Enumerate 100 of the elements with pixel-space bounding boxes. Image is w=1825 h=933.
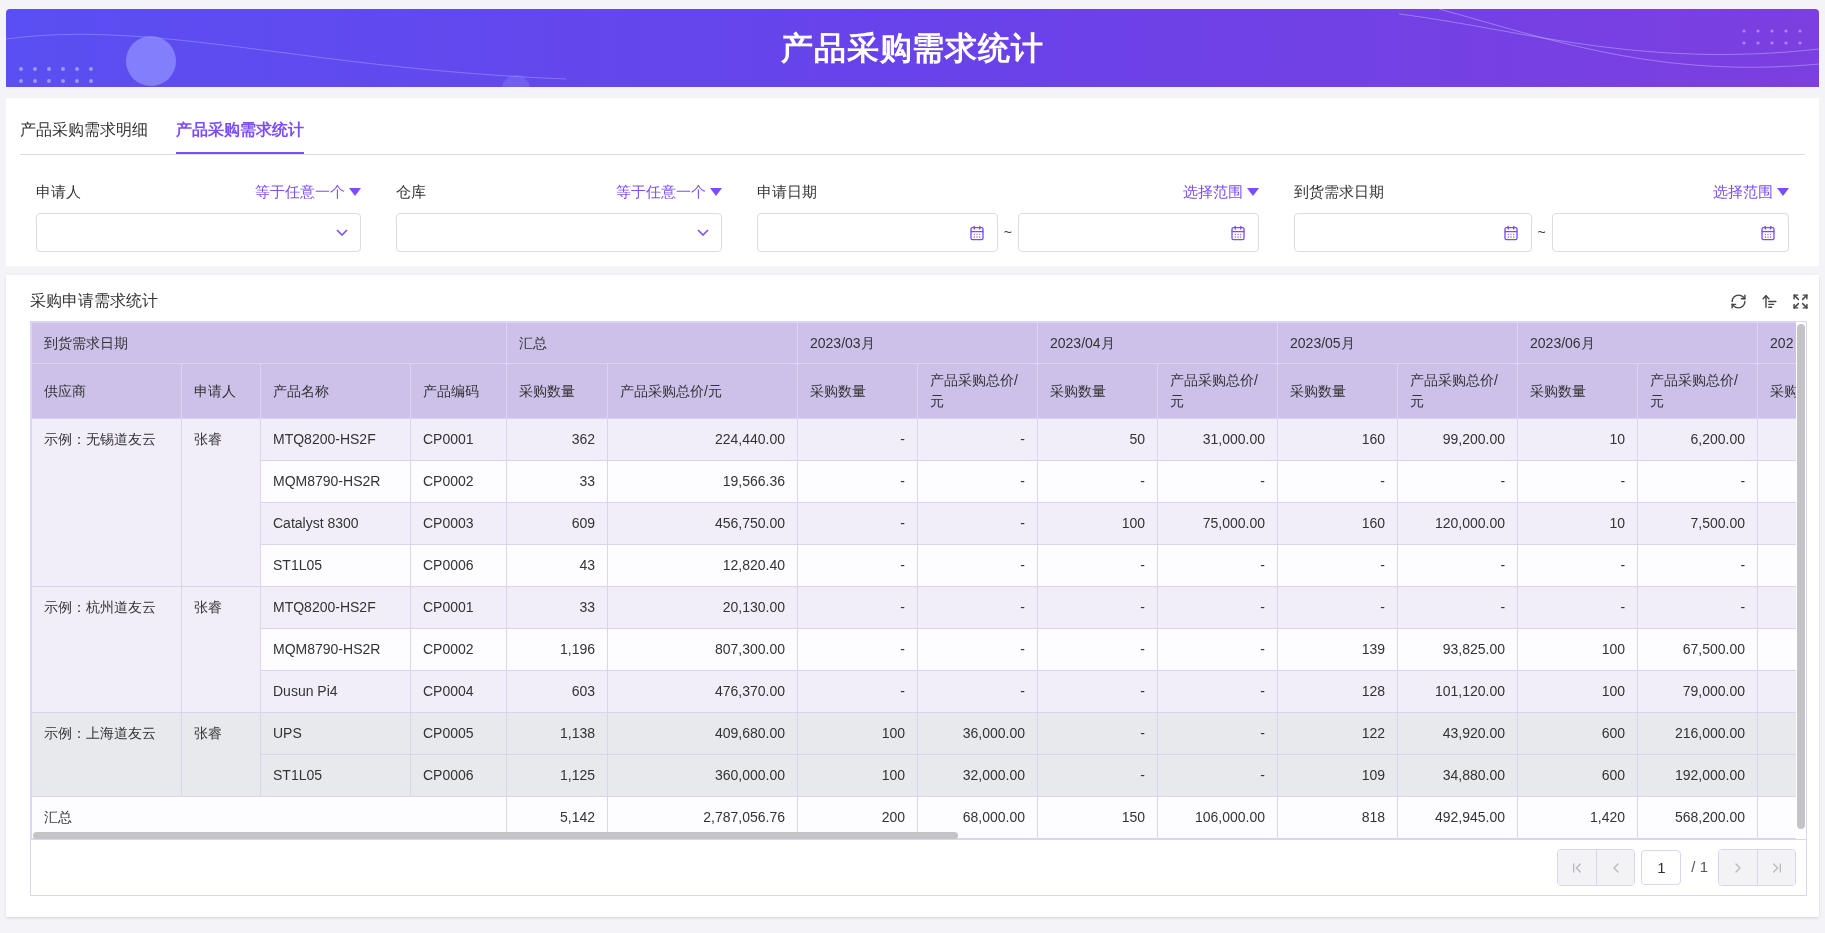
calendar-icon [1502, 224, 1519, 241]
date-field[interactable] [1294, 213, 1532, 252]
caret-icon [1247, 188, 1260, 196]
column-group-header: 汇总 [506, 322, 798, 364]
table-cell: ST1L05 [260, 544, 411, 587]
table-cell: - [797, 418, 918, 461]
vertical-scrollbar[interactable] [1797, 324, 1805, 829]
table-cell: 1,138 [506, 712, 608, 755]
table-cell: 120,000.00 [1397, 502, 1518, 545]
table-cell: 818 [1277, 796, 1398, 839]
table-cell: 93,825.00 [1397, 628, 1518, 671]
table-cell: 1,420 [1517, 796, 1638, 839]
table-cell: 456,750.00 [607, 502, 798, 545]
match-mode-dropdown[interactable]: 等于任意一个 [255, 180, 362, 204]
table-cell: - [1037, 670, 1158, 713]
table-cell: CP0002 [410, 628, 507, 671]
table-cell: - [1517, 460, 1638, 503]
caret-icon [349, 188, 362, 196]
tab[interactable]: 产品采购需求统计 [176, 108, 304, 154]
table-cell: - [1397, 460, 1518, 503]
column-header: 产品编码 [410, 363, 507, 419]
select-field[interactable] [36, 213, 362, 252]
caret-icon [709, 188, 722, 196]
range-separator: ~ [1003, 223, 1012, 242]
table-cell: 160 [1277, 418, 1398, 461]
table-cell: - [797, 544, 918, 587]
table-cell: 101,120.00 [1397, 670, 1518, 713]
match-mode-dropdown[interactable]: 选择范围 [1183, 180, 1260, 204]
horizontal-scrollbar[interactable] [33, 832, 958, 839]
table-cell: 609 [506, 502, 608, 545]
column-header: 产品采购总价/元 [1637, 363, 1758, 419]
page-input[interactable]: 1 [1641, 850, 1682, 885]
report-title: 采购申请需求统计 [30, 291, 158, 311]
table-cell: 12,820.40 [607, 544, 798, 587]
table-cell: - [1157, 628, 1278, 671]
column-header: 产品名称 [260, 363, 411, 419]
sort-icon[interactable] [1761, 292, 1778, 310]
table-cell: - [1517, 586, 1638, 629]
table-cell: 1,196 [506, 628, 608, 671]
table-cell: 10 [1517, 418, 1638, 461]
refresh-icon[interactable] [1730, 292, 1747, 310]
applicant-cell: 张睿 [181, 418, 261, 587]
table-cell: 31,000.00 [1157, 418, 1278, 461]
table-cell: 362 [506, 418, 608, 461]
table-cell: 600 [1517, 712, 1638, 755]
table-cell: 7,500.00 [1637, 502, 1758, 545]
date-field[interactable] [1551, 213, 1789, 252]
table-cell: CP0005 [410, 712, 507, 755]
table-cell: ST1L05 [260, 754, 411, 797]
table-cell: - [1277, 586, 1398, 629]
match-mode-dropdown[interactable]: 选择范围 [1713, 180, 1789, 204]
table-cell: - [917, 628, 1038, 671]
filter-label: 仓库 [396, 181, 427, 202]
date-field[interactable] [1017, 213, 1260, 252]
table-cell: CP0006 [410, 544, 507, 587]
table-cell: 100 [1517, 670, 1638, 713]
calendar-icon [1230, 224, 1247, 241]
column-header: 采购数量 [1037, 363, 1158, 419]
table-cell: - [1157, 754, 1278, 797]
range-separator: ~ [1537, 223, 1546, 242]
table-cell: CP0001 [410, 418, 507, 461]
table-cell: 33 [506, 586, 608, 629]
table-cell: 100 [1037, 502, 1158, 545]
table-cell: 100 [797, 754, 918, 797]
table-cell: 409,680.00 [607, 712, 798, 755]
table-cell: UPS [260, 712, 411, 755]
supplier-cell: 示例：上海道友云 [31, 712, 182, 797]
table-cell: CP0001 [410, 586, 507, 629]
table-cell: 603 [506, 670, 608, 713]
table-cell: 600 [1517, 754, 1638, 797]
table-cell: - [1277, 544, 1398, 587]
match-mode-dropdown[interactable]: 等于任意一个 [615, 180, 722, 204]
banner-title: 产品采购需求统计 [781, 29, 1044, 68]
applicant-cell: 张睿 [181, 712, 261, 797]
column-header: 采购数量 [1517, 363, 1638, 419]
table-cell: MTQ8200-HS2F [260, 418, 411, 461]
select-field[interactable] [396, 213, 722, 252]
table-cell: 109 [1277, 754, 1398, 797]
table-cell: - [797, 460, 918, 503]
table-cell: 100 [1517, 628, 1638, 671]
table-cell: 224,440.00 [607, 418, 798, 461]
table-cell: - [1157, 670, 1278, 713]
filter-label: 申请日期 [756, 181, 817, 202]
table-cell: - [1157, 586, 1278, 629]
table-cell: - [917, 670, 1038, 713]
page-count: / 1 [1691, 857, 1708, 878]
fullscreen-icon[interactable] [1792, 292, 1809, 310]
table-cell: 139 [1277, 628, 1398, 671]
date-field[interactable] [756, 213, 998, 252]
column-group-header: 2023/03月 [797, 322, 1038, 364]
table-cell: - [1037, 460, 1158, 503]
column-header: 产品采购总价/元 [1157, 363, 1278, 419]
table-cell: - [1637, 544, 1758, 587]
column-header: 供应商 [31, 363, 182, 419]
table-cell: 67,500.00 [1637, 628, 1758, 671]
table-cell: 192,000.00 [1637, 754, 1758, 797]
table-cell: MQM8790-HS2R [260, 628, 411, 671]
tab[interactable]: 产品采购需求明细 [20, 108, 148, 154]
column-header: 采购数量 [1277, 363, 1398, 419]
table-cell: 216,000.00 [1637, 712, 1758, 755]
